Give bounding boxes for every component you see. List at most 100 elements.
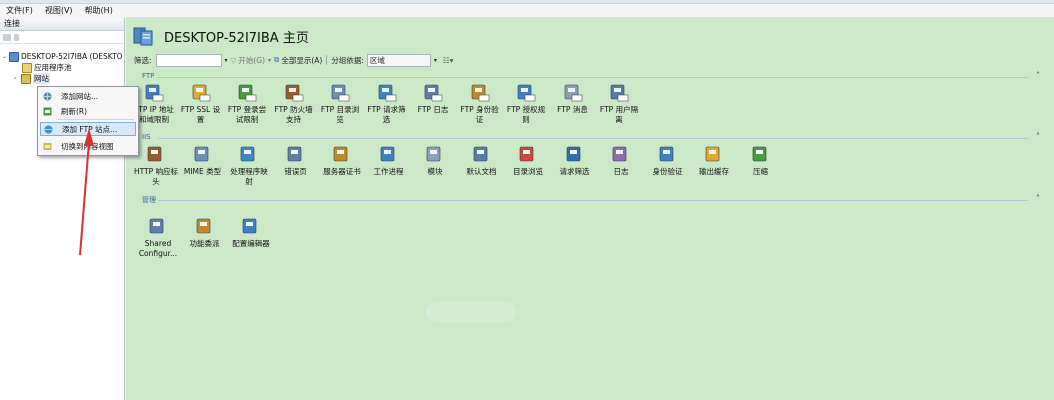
feature-tile[interactable]: 输出缓存: [690, 145, 738, 177]
compression-icon: [752, 146, 766, 162]
feature-tile[interactable]: 处理程序映射: [225, 145, 273, 187]
content-view-icon: [43, 142, 52, 150]
modules-icon: [426, 146, 441, 162]
tree-server-label: DESKTOP-52I7IBA (DESKTO: [21, 52, 123, 61]
feature-tile[interactable]: FTP 目录浏览: [316, 83, 364, 125]
show-all-icon: ⧉: [274, 55, 280, 64]
feature-label: FTP 消息: [557, 105, 588, 114]
feature-label: 服务器证书: [323, 167, 361, 176]
menu-help[interactable]: 帮助(H): [79, 5, 119, 16]
menu-refresh-label: 刷新(R): [61, 106, 88, 116]
page-title: DESKTOP-52I7IBA 主页: [164, 30, 309, 46]
collapse-icon[interactable]: ⌄: [2, 51, 8, 62]
feature-tile[interactable]: FTP 授权规则: [502, 83, 550, 125]
funnel-icon: ▽: [230, 55, 237, 65]
feature-tile[interactable]: FTP 消息: [549, 83, 597, 115]
group-divider: [158, 77, 1028, 78]
feature-tile[interactable]: FTP 防火墙 支持: [270, 83, 318, 125]
menu-switch-content-view[interactable]: 切换到内容视图: [40, 139, 136, 153]
feature-label: HTTP 响应标: [133, 167, 179, 176]
feature-tile[interactable]: HTTP 响应标头: [132, 145, 180, 187]
group-divider: [158, 200, 1028, 201]
tree-server-node[interactable]: ⌄ DESKTOP-52I7IBA (DESKTO: [2, 51, 123, 62]
feature-label: 日志: [613, 167, 629, 176]
collapse-group-icon[interactable]: ˄: [1036, 71, 1040, 80]
toolbar-separator: [326, 55, 328, 65]
feature-label-line2: 头: [152, 177, 160, 186]
feature-label-line2: 支持: [286, 115, 301, 124]
filter-input[interactable]: [155, 53, 222, 67]
group-iis-label: IIS: [142, 133, 151, 141]
feature-label: FTP 目录浏: [320, 105, 360, 114]
filter-bar: 筛选: ▾ ▽ 开始(G) ▾ ⧉ 全部显示(A) 分组依据: 区域 ▾ ☷▾: [134, 53, 1046, 67]
ftp-site-icon: [44, 125, 53, 133]
auth-icon: [659, 146, 673, 162]
menu-view[interactable]: 视图(V): [39, 5, 79, 16]
group-by-dropdown-icon[interactable]: ▾: [434, 57, 437, 64]
feature-tile[interactable]: Shared Configur...: [134, 217, 182, 259]
menu-file[interactable]: 文件(F): [0, 5, 39, 16]
menu-bar: 文件(F) 视图(V) 帮助(H): [0, 4, 1054, 17]
go-button[interactable]: 开始(G): [238, 55, 265, 66]
feature-label-line2: 离: [615, 115, 623, 124]
request-filter-icon: [566, 146, 580, 162]
feature-tile[interactable]: 服务器证书: [318, 145, 366, 177]
watermark-shape: [426, 302, 516, 322]
sites-folder-icon: [21, 73, 31, 84]
feature-label: Shared: [144, 239, 172, 248]
ftp-firewall-icon: [285, 84, 303, 102]
ftp-message-icon: [564, 84, 582, 102]
tree-sites[interactable]: › 网站: [14, 73, 50, 84]
feature-label: 处理程序映: [230, 167, 268, 176]
connections-pane: 连接 ⌄ DESKTOP-52I7IBA (DESKTO 应用程序池 › 网站: [0, 18, 125, 400]
tree-app-pools[interactable]: 应用程序池: [22, 62, 72, 73]
feature-tile[interactable]: MIME 类型: [179, 145, 227, 177]
feature-label-line2: Configur...: [138, 249, 178, 258]
feature-label: 功能委派: [189, 239, 220, 248]
view-mode-icon[interactable]: ☷▾: [443, 56, 454, 65]
go-dropdown-icon[interactable]: ▾: [268, 57, 271, 64]
output-cache-icon: [705, 146, 720, 162]
feature-tile[interactable]: FTP 身份验证: [456, 83, 504, 125]
menu-add-ftp-site[interactable]: 添加 FTP 站点...: [40, 122, 136, 136]
menu-refresh[interactable]: 刷新(R): [40, 104, 136, 118]
feature-tile[interactable]: 错误页: [272, 145, 320, 177]
feature-tile[interactable]: FTP 请求筛选: [363, 83, 411, 125]
connect-icon[interactable]: [3, 33, 11, 41]
feature-tile[interactable]: 目录浏览: [504, 145, 552, 177]
feature-tile[interactable]: 默认文档: [458, 145, 506, 177]
shared-config-icon: [149, 218, 164, 234]
toolbar-more-icon[interactable]: [14, 33, 19, 41]
collapse-group-icon[interactable]: ˄: [1036, 194, 1040, 203]
collapse-group-icon[interactable]: ˄: [1036, 132, 1040, 141]
expand-icon[interactable]: ›: [14, 73, 20, 84]
feature-tile[interactable]: FTP 用户隔离: [595, 83, 643, 125]
worker-icon: [380, 146, 394, 162]
group-by-select[interactable]: 区域: [366, 53, 431, 67]
refresh-icon: [43, 107, 52, 115]
feature-tile[interactable]: 配置编辑器: [227, 217, 275, 249]
feature-label: FTP 登录尝: [227, 105, 267, 114]
feature-tile[interactable]: 功能委派: [181, 217, 229, 249]
feature-tile[interactable]: 压缩: [737, 145, 785, 177]
feature-tile[interactable]: 请求筛选: [551, 145, 599, 177]
feature-label-line2: 证: [475, 115, 484, 124]
page-header: DESKTOP-52I7IBA 主页: [132, 25, 309, 47]
feature-tile[interactable]: 模块: [411, 145, 459, 177]
feature-tile[interactable]: FTP 登录尝 试限制: [223, 83, 271, 125]
feature-tile[interactable]: 工作进程: [365, 145, 413, 177]
filter-dropdown-icon[interactable]: ▾: [225, 57, 228, 64]
menu-add-website[interactable]: 添加网站...: [40, 89, 136, 103]
feature-tile[interactable]: 日志: [597, 145, 645, 177]
group-by-label: 分组依据:: [331, 55, 364, 65]
feature-label: MIME 类型: [183, 167, 222, 176]
context-menu: 添加网站... 刷新(R) 添加 FTP 站点... 切换到内容视图: [37, 86, 139, 156]
feature-tile[interactable]: FTP 日志: [409, 83, 457, 115]
config-editor-icon: [242, 218, 257, 234]
feature-label: FTP 日志: [417, 105, 449, 114]
feature-tile[interactable]: 身份验证: [644, 145, 692, 177]
show-all-button[interactable]: 全部显示(A): [281, 55, 322, 66]
delegation-icon: [196, 218, 210, 234]
globe-add-icon: [43, 92, 52, 100]
feature-tile[interactable]: FTP SSL 设置: [177, 83, 225, 125]
